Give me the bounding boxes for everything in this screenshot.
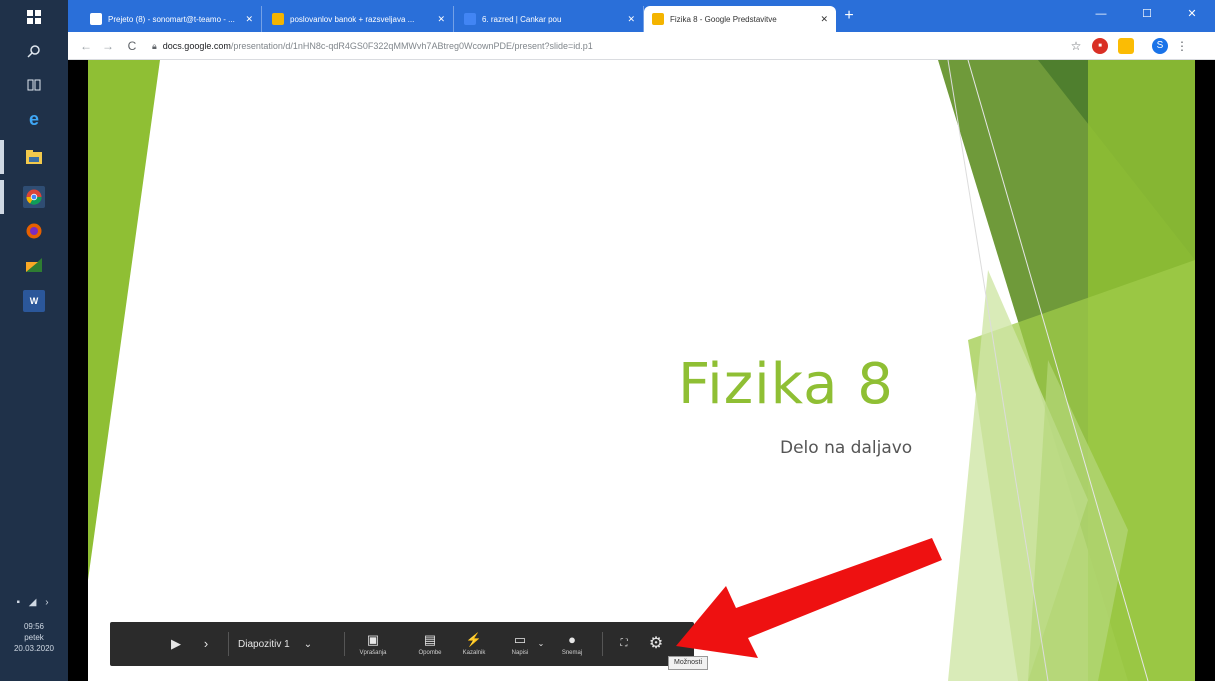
arrow-shape (676, 538, 942, 658)
questions-icon: ▣ (366, 631, 380, 647)
extension-icon[interactable] (1118, 38, 1134, 54)
bookmark-star-icon[interactable]: ☆ (1068, 38, 1084, 54)
clock-time: 09:56 (23, 622, 45, 631)
tab-title: poslovanlov banok + razsveljava ... (290, 14, 415, 24)
play-button[interactable]: ▶ (168, 622, 184, 666)
captions-dropdown[interactable]: ⌄ (536, 622, 546, 666)
chevron-down-icon: ⌄ (537, 639, 545, 648)
slide-selector-label: Diapozitiv 1 (238, 638, 290, 650)
docs-favicon-icon (464, 13, 476, 25)
browser-tab[interactable]: poslovanlov banok + razsveljava ... ✕ (264, 6, 454, 32)
tab-close-icon[interactable]: ✕ (437, 14, 445, 25)
captions-button[interactable]: ▭ Napisi (506, 622, 534, 666)
maximize-button[interactable]: ☐ (1124, 0, 1170, 28)
notes-button[interactable]: ▤ Opombe (416, 622, 444, 666)
windows-taskbar: e W ▪ ◢ › 09:56 petek 20.03.2020 (0, 0, 68, 681)
slides-favicon-icon (652, 13, 664, 25)
chrome-icon[interactable] (23, 186, 45, 208)
browser-tab-strip: Prejeto (8) - sonomart@t-teamo - ... ✕ p… (68, 0, 1215, 32)
clock[interactable]: 09:56 petek 20.03.2020 (0, 621, 68, 654)
word-icon[interactable]: W (23, 290, 45, 312)
browser-tab[interactable]: 6. razred | Cankar pou ✕ (456, 6, 644, 32)
slide-title: Fizika 8 (678, 352, 894, 417)
slides-favicon-icon (272, 13, 284, 25)
profile-avatar[interactable]: S (1152, 38, 1168, 54)
chevron-right-icon: › (203, 636, 209, 651)
browser-toolbar: ← → C 🔒︎ docs.google.com/presentation/d/… (68, 32, 1215, 60)
captions-label: Napisi (511, 649, 529, 656)
mail-favicon-icon (90, 13, 102, 25)
presentation-stage: Fizika 8 Delo na daljavo (68, 60, 1215, 681)
tab-close-icon[interactable]: ✕ (245, 14, 253, 25)
notes-label: Opombe (418, 649, 442, 656)
record-button[interactable]: ● Snemaj (558, 622, 586, 666)
divider (228, 632, 229, 656)
slide-selector[interactable]: Diapozitiv 1 ⌄ (238, 634, 312, 654)
menu-kebab-icon[interactable]: ⋮ (1174, 38, 1190, 54)
task-view-icon[interactable] (23, 74, 45, 96)
browser-tab[interactable]: Prejeto (8) - sonomart@t-teamo - ... ✕ (82, 6, 262, 32)
new-tab-button[interactable]: + (839, 6, 859, 26)
forward-button[interactable]: → (98, 36, 118, 56)
url-domain: docs.google.com (162, 41, 231, 51)
minimize-button[interactable]: — (1078, 0, 1124, 28)
record-icon: ● (568, 631, 576, 647)
url-path: /presentation/d/1nHN8c-qdR4GS0F322qMMWvh… (230, 41, 593, 51)
tab-title: 6. razred | Cankar pou (482, 14, 562, 24)
questions-label: Vprašanja (359, 649, 387, 656)
firefox-icon[interactable] (23, 220, 45, 242)
lock-icon: 🔒︎ (152, 41, 157, 51)
laser-pointer-icon: ⚡ (465, 631, 483, 647)
notes-icon: ▤ (423, 631, 437, 647)
reload-button[interactable]: C (122, 36, 142, 56)
address-bar[interactable]: 🔒︎ docs.google.com/presentation/d/1nHN8c… (152, 35, 1052, 57)
fullscreen-icon: ⛶ (620, 638, 628, 649)
search-icon[interactable] (23, 40, 45, 62)
divider (344, 632, 345, 656)
tab-title: Fizika 8 - Google Predstavitve (670, 14, 777, 24)
record-label: Snemaj (561, 649, 583, 656)
active-app-indicator (0, 140, 4, 174)
fullscreen-button[interactable]: ⛶ (616, 622, 632, 666)
tab-title: Prejeto (8) - sonomart@t-teamo - ... (108, 14, 235, 24)
tab-close-icon[interactable]: ✕ (820, 14, 828, 25)
red-arrow-annotation (676, 538, 942, 658)
screen: e W ▪ ◢ › 09:56 petek 20.03.2020 Prejeto… (0, 0, 1215, 681)
clock-day: petek (24, 633, 44, 642)
clock-date: 20.03.2020 (13, 644, 55, 653)
file-explorer-icon[interactable] (23, 146, 45, 168)
left-green-shape (88, 60, 160, 580)
slide-subtitle: Delo na daljavo (780, 438, 913, 458)
back-button[interactable]: ← (76, 36, 96, 56)
edge-browser-icon[interactable]: e (23, 108, 45, 130)
play-icon: ▶ (171, 636, 181, 651)
slide[interactable]: Fizika 8 Delo na daljavo (88, 60, 1195, 681)
presenter-control-bar: ▶ › Diapozitiv 1 ⌄ ▣ Vprašanja ▤ Opombe … (110, 622, 694, 666)
chevron-down-icon: ⌄ (303, 638, 313, 650)
windows-start-icon[interactable] (23, 6, 45, 28)
divider (602, 632, 603, 656)
app-icon[interactable] (23, 254, 45, 276)
slide-decoration (88, 60, 1195, 681)
tab-close-icon[interactable]: ✕ (627, 14, 635, 25)
active-app-indicator (0, 180, 4, 214)
pointer-button[interactable]: ⚡ Kazalnik (460, 622, 488, 666)
browser-tab-active[interactable]: Fizika 8 - Google Predstavitve ✕ (644, 6, 836, 32)
next-slide-button[interactable]: › (198, 622, 214, 666)
stop-extension-icon[interactable]: ■ (1092, 38, 1108, 54)
close-window-button[interactable]: ✕ (1169, 0, 1215, 28)
captions-icon: ▭ (513, 631, 527, 647)
pointer-label: Kazalnik (462, 649, 486, 656)
system-tray: ▪ ◢ › 09:56 petek 20.03.2020 (0, 591, 68, 681)
questions-button[interactable]: ▣ Vprašanja (356, 622, 390, 666)
tray-icons[interactable]: ▪ ◢ › (0, 597, 68, 608)
